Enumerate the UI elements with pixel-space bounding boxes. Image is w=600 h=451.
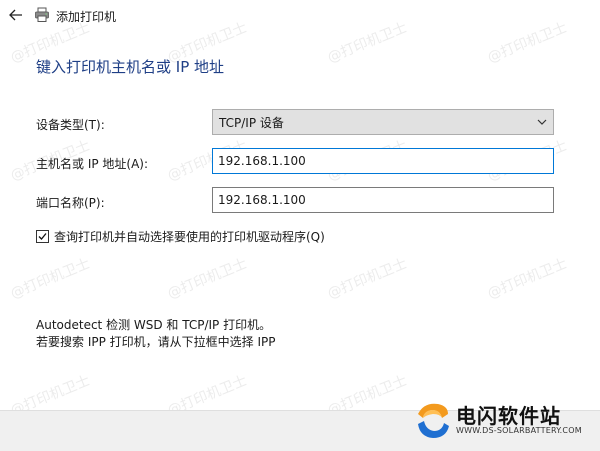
watermark-text: @打印机卫士: [485, 255, 570, 303]
back-button[interactable]: [6, 5, 26, 25]
page-title: 键入打印机主机名或 IP 地址: [36, 58, 225, 76]
info-text-autodetect: Autodetect 检测 WSD 和 TCP/IP 打印机。: [36, 318, 272, 332]
device-type-value: TCP/IP 设备: [219, 115, 284, 130]
query-printer-checkbox[interactable]: [36, 230, 49, 243]
query-printer-option[interactable]: 查询打印机并自动选择要使用的打印机驱动程序(Q): [36, 228, 325, 245]
window-title: 添加打印机: [56, 10, 117, 24]
port-name-label: 端口名称(P):: [36, 196, 105, 210]
brand-logo-icon: [418, 403, 449, 438]
checkmark-icon: [38, 233, 47, 240]
title-bar: 添加打印机: [0, 0, 600, 30]
brand-watermark: 电闪软件站 WWW.DS-SOLARBATTERY.COM: [408, 394, 598, 450]
brand-name: 电闪软件站: [456, 404, 561, 428]
chevron-down-icon: [537, 119, 547, 125]
back-arrow-icon: [9, 9, 22, 21]
watermark-text: @打印机卫士: [8, 255, 93, 303]
info-text-ipp: 若要搜索 IPP 打印机，请从下拉框中选择 IPP: [36, 335, 276, 349]
brand-url: WWW.DS-SOLARBATTERY.COM: [456, 426, 582, 435]
query-printer-label: 查询打印机并自动选择要使用的打印机驱动程序(Q): [54, 230, 325, 244]
port-name-input[interactable]: [212, 187, 554, 213]
device-type-label: 设备类型(T):: [36, 118, 105, 132]
printer-icon: [35, 7, 49, 22]
watermark-text: @打印机卫士: [325, 255, 410, 303]
hostname-input[interactable]: [212, 148, 554, 174]
device-type-select[interactable]: TCP/IP 设备: [212, 109, 554, 135]
hostname-label: 主机名或 IP 地址(A):: [36, 157, 149, 171]
watermark-text: @打印机卫士: [165, 255, 250, 303]
